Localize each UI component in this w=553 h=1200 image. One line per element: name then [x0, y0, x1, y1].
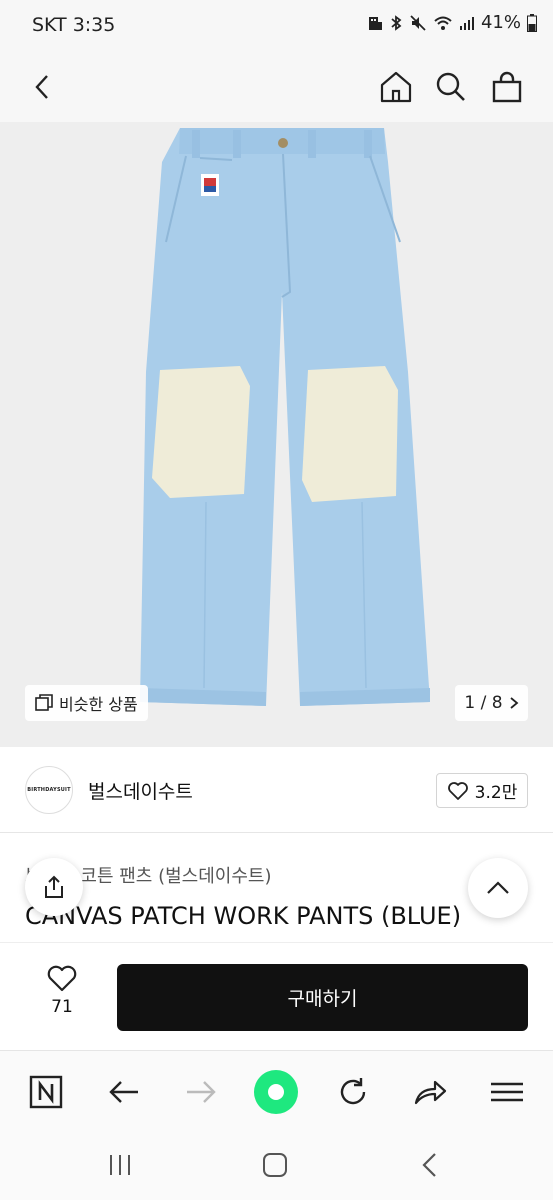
product-image-gallery[interactable]: 비슷한 상품 1 / 8: [0, 122, 553, 747]
similar-items-label: 비슷한 상품: [59, 695, 138, 714]
hamburger-icon: [491, 1082, 523, 1102]
shop-row[interactable]: BIRTHDAYSUIT 벌스데이수트 3.2만: [0, 747, 553, 833]
image-counter[interactable]: 1 / 8: [455, 685, 528, 721]
shop-avatar-text: BIRTHDAYSUIT: [27, 787, 71, 793]
battery-percent: 41%: [480, 12, 521, 33]
shop-avatar[interactable]: BIRTHDAYSUIT: [25, 766, 73, 814]
buy-button[interactable]: 구매하기: [117, 964, 528, 1031]
share-button[interactable]: [25, 858, 83, 916]
home-system-button[interactable]: [255, 1147, 295, 1183]
green-dot-button[interactable]: [253, 1069, 299, 1115]
battery-icon: [527, 13, 537, 32]
system-back-button[interactable]: [410, 1147, 450, 1183]
search-button[interactable]: [428, 64, 474, 110]
scroll-top-button[interactable]: [468, 858, 528, 918]
browser-back-button[interactable]: [101, 1069, 147, 1115]
arrow-right-icon: [187, 1081, 216, 1103]
status-icons: 41%: [367, 12, 537, 33]
shop-name[interactable]: 벌스데이수트: [88, 777, 193, 804]
home-button[interactable]: [373, 64, 419, 110]
recent-apps-icon: [110, 1155, 130, 1175]
recent-apps-button[interactable]: [100, 1147, 140, 1183]
mute-icon: [409, 14, 427, 32]
shopping-bag-icon: [492, 71, 522, 103]
bluetooth-icon: [389, 14, 403, 32]
building-icon: [367, 15, 383, 31]
buy-button-label: 구매하기: [287, 988, 358, 1010]
copy-squares-icon: [35, 694, 53, 711]
status-bar: SKT 3:35 41%: [0, 0, 553, 52]
green-dot-icon: [254, 1070, 298, 1114]
shop-like-count: 3.2만: [474, 783, 518, 803]
product-image: [140, 128, 430, 706]
wish-button[interactable]: 71: [36, 965, 88, 1017]
status-time: SKT 3:35: [32, 14, 116, 36]
browser-share-button[interactable]: [407, 1069, 453, 1115]
back-arrow-icon: [35, 75, 48, 99]
naver-home-button[interactable]: [23, 1069, 69, 1115]
signal-icon: [459, 15, 475, 31]
share-icon: [45, 875, 63, 898]
chevron-left-icon: [422, 1153, 436, 1177]
refresh-button[interactable]: [330, 1069, 376, 1115]
product-title: CANVAS PATCH WORK PANTS (BLUE): [25, 902, 462, 930]
system-nav-bar: [0, 1130, 553, 1200]
refresh-icon: [340, 1078, 366, 1105]
heart-icon: [47, 965, 77, 992]
browser-toolbar: [0, 1050, 553, 1130]
bag-button[interactable]: [484, 64, 530, 110]
menu-button[interactable]: [484, 1069, 530, 1115]
home-icon: [380, 71, 412, 103]
search-icon: [436, 72, 465, 101]
purchase-bar: 71 구매하기: [0, 942, 553, 1050]
shop-like-button[interactable]: 3.2만: [436, 773, 528, 808]
top-nav: [0, 52, 553, 122]
back-button[interactable]: [20, 64, 66, 110]
chevron-up-icon: [487, 881, 509, 894]
forward-share-icon: [414, 1080, 447, 1105]
image-counter-text: 1 / 8: [464, 693, 503, 713]
wish-count: 71: [51, 997, 73, 1017]
chevron-right-icon: [510, 697, 518, 709]
browser-forward-button[interactable]: [178, 1069, 224, 1115]
similar-items-button[interactable]: 비슷한 상품: [25, 685, 148, 721]
wifi-icon: [433, 14, 453, 32]
arrow-left-icon: [109, 1081, 138, 1103]
heart-outline-icon: [447, 781, 468, 800]
home-square-icon: [263, 1153, 287, 1177]
n-logo-icon: [29, 1075, 63, 1109]
